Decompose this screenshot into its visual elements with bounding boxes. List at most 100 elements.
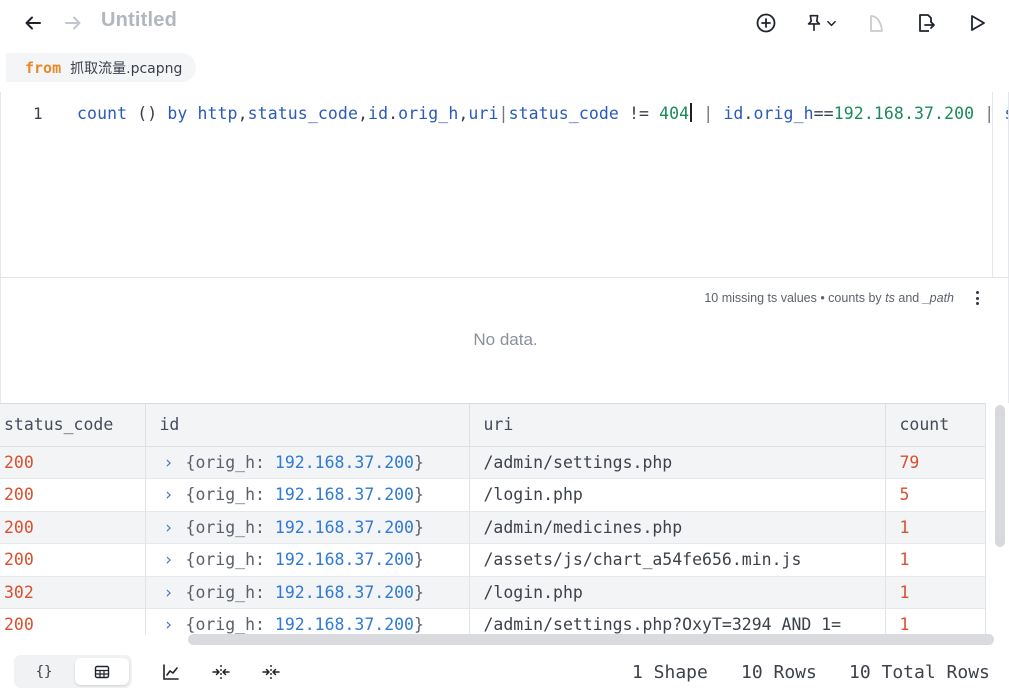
table-row[interactable]: 200 › {orig_h: 192.168.37.200} /login.php… [0, 478, 986, 512]
source-pill[interactable]: from 抓取流量.pcapng [6, 53, 197, 82]
record-key: orig_h [195, 550, 256, 570]
code-token: != [618, 104, 660, 123]
column-header-id[interactable]: id [145, 404, 470, 447]
code-token: , [358, 104, 369, 123]
shape-icon[interactable] [865, 11, 889, 35]
count-cell: 1 [885, 543, 986, 577]
status-code-cell: 302 [0, 576, 146, 609]
table-horizontal-scrollbar[interactable] [0, 633, 1009, 647]
histogram-caption: 10 missing ts values • counts by ts and … [704, 291, 954, 305]
code-token: orig_h [753, 104, 814, 123]
count-cell: 5 [885, 478, 986, 512]
caption-path: _path [922, 291, 954, 305]
results-table: status_code id uri count 200 › {orig_h: 1… [0, 403, 1009, 635]
table-row[interactable]: 200 › {orig_h: 192.168.37.200} /admin/set… [0, 446, 986, 479]
record-open: { [185, 615, 196, 635]
uri-cell: /login.php [469, 576, 886, 609]
code-token: | [974, 104, 1005, 123]
column-header-count[interactable]: count [885, 404, 986, 447]
horizontal-scroll-thumb[interactable] [188, 634, 994, 645]
forward-arrow-icon[interactable] [60, 10, 86, 36]
table-vertical-scrollbar[interactable] [985, 403, 1009, 635]
status-code-cell: 200 [0, 511, 146, 544]
code-token: http [197, 104, 238, 123]
more-options-icon[interactable] [970, 288, 984, 308]
status-code-cell: 200 [0, 543, 146, 577]
expand-chevron-icon[interactable]: › [160, 615, 186, 634]
table-row[interactable]: 200 › {orig_h: 192.168.37.200} /assets/js… [0, 543, 986, 577]
code-token: status_code [247, 104, 358, 123]
expand-columns-icon[interactable] [210, 661, 232, 683]
count-cell: 1 [885, 576, 986, 609]
top-bar: Untitled [0, 0, 1009, 46]
code-token: | [498, 104, 509, 123]
vertical-scroll-thumb[interactable] [995, 405, 1005, 547]
add-circle-icon[interactable] [754, 11, 778, 35]
table-view-button[interactable] [75, 658, 129, 685]
query-title[interactable]: Untitled [101, 9, 177, 32]
id-cell: › {orig_h: 192.168.37.200} [145, 543, 470, 577]
line-number: 1 [33, 104, 43, 123]
id-cell: › {orig_h: 192.168.37.200} [145, 511, 470, 544]
expand-chevron-icon[interactable]: › [160, 583, 186, 602]
expand-chevron-icon[interactable]: › [160, 485, 186, 504]
code-token: count [77, 104, 128, 123]
code-token: uri [468, 104, 499, 123]
record-open: { [185, 452, 196, 472]
code-token: status_code [508, 104, 619, 123]
id-cell: › {orig_h: 192.168.37.200} [145, 576, 470, 609]
uri-cell: /assets/js/chart_a54fe656.min.js [469, 543, 886, 577]
status-code-cell: 200 [0, 446, 146, 479]
record-open: { [185, 550, 196, 570]
record-key: orig_h [195, 452, 256, 472]
code-token: orig_h [398, 104, 459, 123]
run-icon[interactable] [965, 11, 989, 35]
table-header-row: status_code id uri count [0, 404, 986, 447]
ip-value: 192.168.37.200 [274, 615, 414, 635]
code-line[interactable]: count () by http,status_code,id.orig_h,u… [77, 103, 1009, 123]
chart-view-icon[interactable] [160, 661, 182, 683]
json-view-button[interactable]: {} [17, 658, 71, 685]
expand-chevron-icon[interactable]: › [160, 453, 186, 472]
code-token: . [743, 104, 754, 123]
pin-menu-button[interactable] [800, 11, 840, 35]
ip-value: 192.168.37.200 [274, 517, 414, 537]
code-token: . [388, 104, 399, 123]
table-row[interactable]: 302 › {orig_h: 192.168.37.200} /login.php… [0, 576, 986, 609]
back-arrow-icon[interactable] [20, 10, 46, 36]
status-code-cell: 200 [0, 608, 146, 635]
status-code-cell: 200 [0, 478, 146, 512]
expand-chevron-icon[interactable]: › [160, 550, 186, 569]
ip-value: 192.168.37.200 [274, 485, 414, 505]
table-row[interactable]: 200 › {orig_h: 192.168.37.200} /admin/set… [0, 608, 986, 635]
export-file-icon[interactable] [914, 11, 938, 35]
query-editor[interactable]: 1 count () by http,status_code,id.orig_h… [0, 92, 1009, 277]
code-token: | [693, 104, 724, 123]
code-token: 192.168.37.200 [833, 104, 975, 123]
record-open: { [185, 485, 196, 505]
record-key: orig_h [195, 517, 256, 537]
ip-value: 192.168.37.200 [274, 582, 414, 602]
column-header-status-code[interactable]: status_code [0, 404, 146, 447]
caption-prefix: 10 missing ts values • counts by [704, 291, 886, 305]
expand-chevron-icon[interactable]: › [160, 518, 186, 537]
row-count: 10 Rows [741, 662, 817, 683]
code-token: () [127, 104, 168, 123]
results-footer: {} 1 Shape 10 Rows 10 Total Rows [0, 648, 1009, 695]
view-toggle: {} [14, 655, 132, 688]
id-cell: › {orig_h: 192.168.37.200} [145, 608, 470, 635]
empty-state-text: No data. [473, 330, 538, 349]
editor-scroll-track[interactable] [992, 92, 993, 277]
uri-cell: /login.php [469, 478, 886, 512]
ip-value: 192.168.37.200 [274, 550, 414, 570]
column-header-uri[interactable]: uri [469, 404, 886, 447]
collapse-columns-icon[interactable] [260, 661, 282, 683]
code-token: == [813, 104, 834, 123]
table-row[interactable]: 200 › {orig_h: 192.168.37.200} /admin/med… [0, 511, 986, 544]
pin-icon [807, 14, 820, 32]
code-token: , [458, 104, 469, 123]
record-open: { [185, 517, 196, 537]
record-key: orig_h [195, 485, 256, 505]
total-row-count: 10 Total Rows [849, 662, 990, 683]
